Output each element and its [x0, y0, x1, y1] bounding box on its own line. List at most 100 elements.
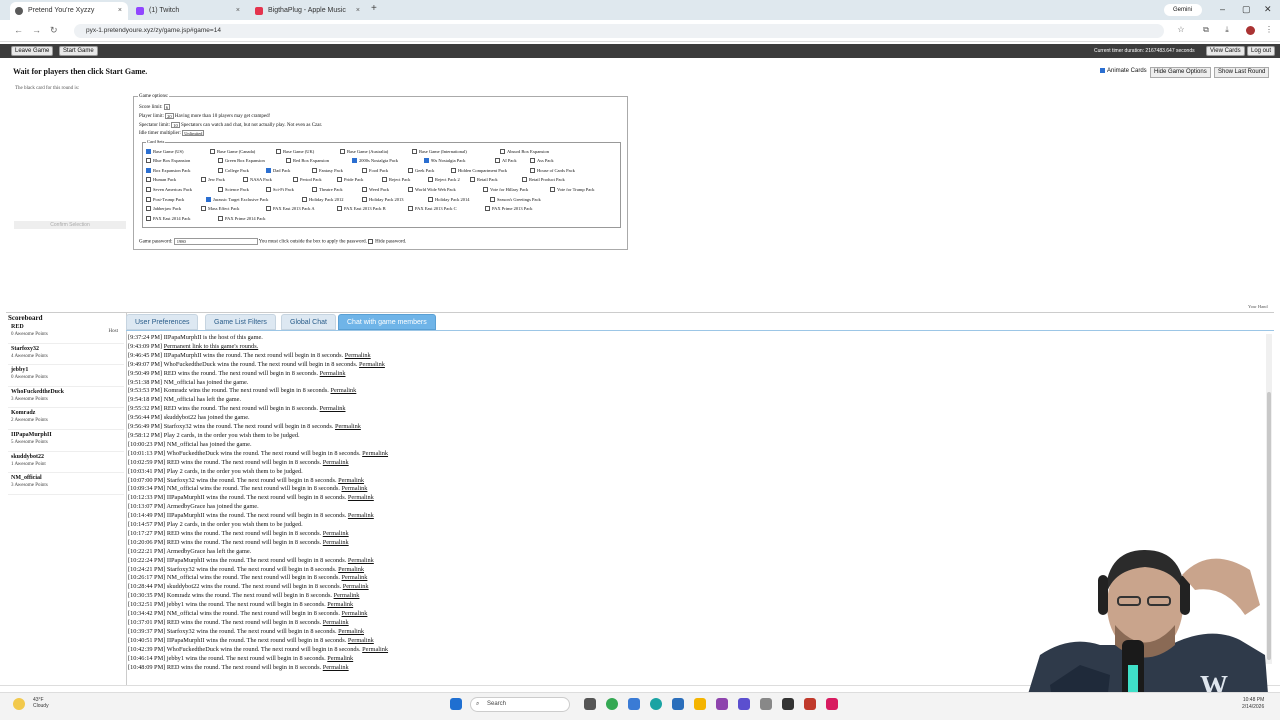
checkbox[interactable] — [485, 206, 490, 212]
card-set-option[interactable]: AI Pack — [495, 158, 517, 164]
weather-icon[interactable] — [13, 698, 25, 710]
tab-global-chat[interactable]: Global Chat — [281, 314, 336, 330]
checkbox[interactable] — [146, 187, 151, 193]
checkbox[interactable] — [362, 187, 367, 193]
card-set-option[interactable]: Pride Pack — [337, 177, 363, 183]
checkbox[interactable] — [530, 158, 535, 164]
new-tab-button[interactable]: + — [371, 3, 377, 14]
card-set-option[interactable]: PAX East 2014 Pack — [146, 216, 190, 222]
checkbox[interactable] — [146, 177, 151, 183]
confirm-selection-button[interactable]: Confirm Selection — [14, 221, 126, 229]
card-set-option[interactable]: Red Box Expansion — [286, 158, 329, 164]
edge-icon[interactable] — [650, 698, 662, 710]
close-icon[interactable]: × — [118, 2, 122, 20]
permalink-link[interactable]: Permalink — [323, 619, 349, 626]
checkbox[interactable] — [428, 197, 433, 203]
checkbox[interactable] — [408, 187, 413, 193]
card-set-option[interactable]: PAX East 2013 Pack C — [408, 206, 457, 212]
card-set-option[interactable]: House of Cards Pack — [530, 168, 575, 174]
card-set-option[interactable]: 90s Nostalgia Pack — [424, 158, 466, 164]
taskbar-clock[interactable]: 10:48 PM 2/14/2026 — [1242, 697, 1264, 711]
checkbox[interactable] — [382, 177, 387, 183]
checkbox[interactable] — [550, 187, 555, 193]
checkbox[interactable] — [337, 206, 342, 212]
checkbox[interactable] — [470, 177, 475, 183]
permalink-link[interactable]: Permalink — [320, 405, 346, 412]
discord-icon[interactable] — [716, 698, 728, 710]
card-set-option[interactable]: Fantasy Pack — [312, 168, 343, 174]
tab-chat-with-game-members[interactable]: Chat with game members — [338, 314, 436, 330]
permalink-link[interactable]: Permalink — [342, 574, 368, 581]
card-set-option[interactable]: Geek Pack — [408, 168, 434, 174]
checkbox[interactable] — [408, 206, 413, 212]
card-set-option[interactable]: Sci-Fi Pack — [266, 187, 294, 193]
card-set-option[interactable]: Reject Pack 2 — [428, 177, 460, 183]
checkbox[interactable] — [412, 149, 417, 155]
hide-password-checkbox[interactable] — [368, 239, 374, 244]
checkbox[interactable] — [337, 177, 342, 183]
permalink-link[interactable]: Permalink — [348, 494, 374, 501]
checkbox[interactable] — [293, 177, 298, 183]
checkbox[interactable] — [218, 187, 223, 193]
back-icon[interactable]: ← — [14, 25, 23, 35]
card-set-option[interactable]: Reject Pack — [382, 177, 410, 183]
app-icon[interactable] — [738, 698, 750, 710]
permalink-link[interactable]: Permalink — [342, 485, 368, 492]
permalink-link[interactable]: Permalink — [330, 387, 356, 394]
checkbox[interactable] — [340, 149, 345, 155]
checkbox[interactable] — [490, 197, 495, 203]
permalink-link[interactable]: Permalink — [348, 637, 374, 644]
card-set-option[interactable]: Absurd Box Expansion — [500, 149, 549, 155]
card-set-option[interactable]: Weed Pack — [362, 187, 389, 193]
checkbox[interactable] — [218, 216, 223, 222]
permalink-link[interactable]: Permalink — [348, 512, 374, 519]
checkbox[interactable] — [362, 197, 367, 203]
checkbox[interactable] — [201, 206, 206, 212]
permalink-link[interactable]: Permalink — [334, 592, 360, 599]
leave-game-button[interactable]: Leave Game — [11, 46, 54, 56]
card-set-option[interactable]: Vote for Hillary Pack — [483, 187, 528, 193]
checkbox[interactable] — [218, 158, 223, 164]
browser-tab-pyx[interactable]: Pretend You're Xyzzy × — [10, 2, 128, 20]
card-set-option[interactable]: Base Game (Canada) — [210, 149, 255, 155]
permalink-link[interactable]: Permalink — [323, 459, 349, 466]
card-set-option[interactable]: Base Game (International) — [412, 149, 467, 155]
windows-start-icon[interactable] — [450, 698, 462, 710]
address-bar[interactable]: pyx-1.pretendyoure.xyz/zy/game.jsp#game=… — [74, 24, 1164, 38]
permalink-link[interactable]: Permalink — [338, 477, 364, 484]
card-set-option[interactable]: Theatre Pack — [312, 187, 343, 193]
checkbox[interactable] — [495, 158, 500, 164]
card-set-option[interactable]: Vote for Trump Pack — [550, 187, 595, 193]
card-set-option[interactable]: Base Game (UK) — [276, 149, 314, 155]
hide-game-options-button[interactable]: Hide Game Options — [1150, 67, 1211, 78]
card-set-option[interactable]: Green Box Expansion — [218, 158, 265, 164]
store-icon[interactable] — [672, 698, 684, 710]
app-icon[interactable] — [628, 698, 640, 710]
permalink-link[interactable]: Permalink — [338, 628, 364, 635]
permalink-link[interactable]: Permalink — [335, 423, 361, 430]
card-set-option[interactable]: PAX East 2013 Pack B — [337, 206, 386, 212]
checkbox[interactable] — [266, 168, 271, 174]
card-set-option[interactable]: NASA Pack — [243, 177, 272, 183]
card-set-option[interactable]: Base Game (Australia) — [340, 149, 388, 155]
card-set-option[interactable]: Seven Americas Pack — [146, 187, 192, 193]
permalink-link[interactable]: Permalink — [345, 352, 371, 359]
checkbox[interactable] — [483, 187, 488, 193]
app-icon[interactable] — [760, 698, 772, 710]
card-set-option[interactable]: Hidden Compartment Pack — [451, 168, 507, 174]
checkbox[interactable] — [146, 149, 151, 155]
checkbox[interactable] — [408, 168, 413, 174]
checkbox[interactable] — [286, 158, 291, 164]
app-icon[interactable] — [804, 698, 816, 710]
permalink-link[interactable]: Permalink — [362, 646, 388, 653]
card-set-option[interactable]: Science Pack — [218, 187, 249, 193]
show-last-round-button[interactable]: Show Last Round — [1214, 67, 1270, 78]
download-icon[interactable]: ⤓ — [1222, 25, 1232, 35]
gemini-button[interactable]: Gemini — [1164, 4, 1202, 16]
obs-icon[interactable] — [782, 698, 794, 710]
browser-tab-apple-music[interactable]: BigthaPlug - Apple Music × — [250, 2, 366, 20]
permalink-link[interactable]: Permanent link to this game's rounds. — [164, 343, 259, 350]
reload-icon[interactable]: ↻ — [50, 25, 58, 36]
weather-widget[interactable]: 43°F Cloudy — [33, 697, 49, 709]
view-cards-button[interactable]: View Cards — [1206, 46, 1245, 56]
